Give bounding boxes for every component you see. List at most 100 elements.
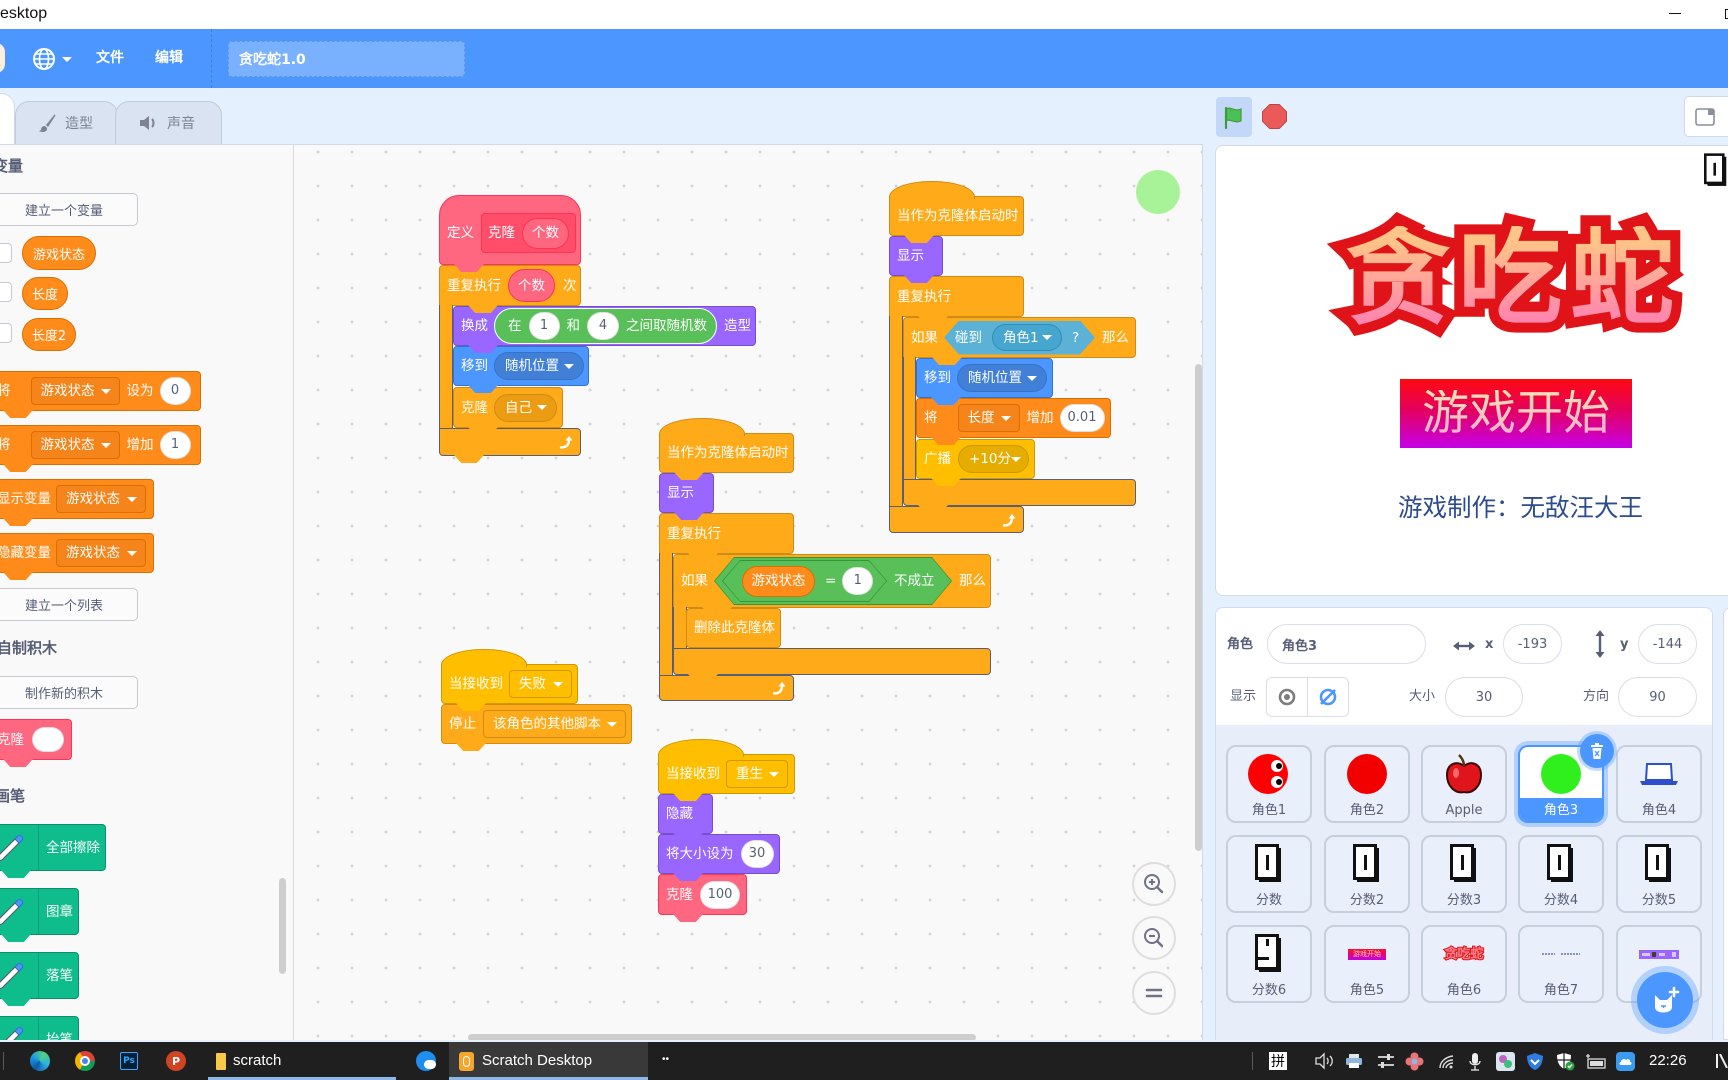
define-block[interactable]: 定义 克隆 个数	[439, 195, 581, 265]
cloud-sync-icon[interactable]	[1616, 1052, 1635, 1071]
defender-icon[interactable]	[1555, 1052, 1575, 1071]
go-to-block[interactable]: 移到 随机位置	[916, 358, 1053, 398]
parameter-reporter[interactable]: 个数	[522, 217, 569, 249]
argument-input[interactable]	[32, 727, 64, 752]
when-i-receive-hat[interactable]: 当接收到 重生	[658, 739, 795, 794]
sprite-tile[interactable]: 分数2	[1324, 835, 1410, 913]
variable-dropdown[interactable]: 游戏状态	[56, 539, 146, 567]
scratch-logo[interactable]	[0, 43, 5, 73]
when-i-receive-hat[interactable]: 当接收到 失败	[441, 649, 578, 704]
touching-condition[interactable]: 碰到 角色1 ?	[944, 321, 1095, 355]
direction-input[interactable]: 90	[1618, 677, 1697, 717]
show-sprite-button[interactable]	[1267, 678, 1308, 716]
microphone-icon[interactable]	[1468, 1052, 1482, 1071]
stage-target-pane[interactable]	[1723, 607, 1728, 1040]
sprite-tile[interactable]: 分数4	[1518, 835, 1604, 913]
random-from-input[interactable]: 1	[528, 312, 560, 340]
sprite-tile[interactable]: 角色1	[1226, 745, 1312, 823]
when-start-as-clone-hat[interactable]: 当作为克隆体启动时	[659, 418, 794, 473]
settings-sliders-icon[interactable]	[1377, 1053, 1395, 1069]
hide-variable-block[interactable]: 隐藏变量 游戏状态	[0, 533, 154, 573]
stage[interactable]: 贪吃蛇 贪吃蛇 游戏开始 游戏制作：无敌汪大王	[1215, 145, 1728, 596]
notification-icon[interactable]	[1716, 1054, 1728, 1068]
repeat-count-reporter[interactable]: 个数	[508, 269, 555, 302]
when-start-as-clone-hat[interactable]: 当作为克隆体启动时	[889, 181, 1024, 236]
variable-dropdown[interactable]: 游戏状态	[56, 485, 146, 513]
add-sprite-button[interactable]	[1637, 972, 1693, 1028]
custom-block-prototype[interactable]: 克隆 个数	[481, 213, 576, 253]
touching-target-dropdown[interactable]: 角色1	[992, 324, 1062, 351]
sprite-tile[interactable]: 分数	[1226, 835, 1312, 913]
taskbar-item-scratch-desktop[interactable]: Scratch Desktop	[449, 1042, 648, 1080]
ime-indicator[interactable]: 拼	[1269, 1052, 1287, 1070]
flower-app-icon[interactable]	[1405, 1052, 1424, 1071]
taskbar-pin-photoshop[interactable]: Ps	[115, 1047, 143, 1075]
battery-icon[interactable]	[1585, 1052, 1607, 1070]
menu-edit[interactable]: 编辑	[155, 49, 183, 67]
clone-target-dropdown[interactable]: 自己	[494, 393, 557, 422]
sprite-tile[interactable]: 角色7	[1518, 925, 1604, 1003]
go-to-target-dropdown[interactable]: 随机位置	[957, 364, 1047, 392]
variable-checkbox[interactable]	[0, 243, 12, 263]
maximize-button[interactable]	[1712, 0, 1728, 29]
variable-reporter[interactable]: 游戏状态	[22, 236, 96, 270]
menu-file[interactable]: 文件	[96, 49, 124, 67]
sprite-tile[interactable]: 分数5	[1616, 835, 1702, 913]
delete-clone-block[interactable]: 删除此克隆体	[686, 608, 781, 648]
random-to-input[interactable]: 4	[587, 312, 619, 340]
taskbar-pin-chrome[interactable]	[71, 1047, 99, 1075]
variable-checkbox[interactable]	[0, 282, 12, 302]
clock[interactable]: 22:26	[1649, 1051, 1687, 1071]
sprite-tile[interactable]: 分数6	[1226, 925, 1312, 1003]
create-clone-block[interactable]: 克隆 自己	[453, 387, 563, 428]
size-input[interactable]: 30	[1445, 677, 1523, 717]
value-input[interactable]: 1	[159, 431, 191, 459]
start-game-button[interactable]: 游戏开始	[1400, 379, 1632, 448]
make-variable-button[interactable]: 建立一个变量	[0, 193, 138, 226]
hide-sprite-button[interactable]	[1308, 678, 1349, 716]
language-menu[interactable]	[30, 45, 76, 73]
zoom-out-button[interactable]	[1132, 916, 1176, 960]
value-input[interactable]: 1	[842, 567, 873, 595]
sprite-name-input[interactable]: 角色3	[1267, 624, 1426, 664]
variable-dropdown[interactable]: 游戏状态	[30, 431, 120, 459]
stop-button[interactable]	[1262, 104, 1287, 129]
zoom-in-button[interactable]	[1132, 862, 1176, 906]
taskbar-pin-cloud-app[interactable]	[412, 1047, 440, 1075]
broadcast-message-dropdown[interactable]: +10分	[958, 445, 1029, 473]
variable-reporter[interactable]: 长度	[22, 277, 68, 310]
go-to-block[interactable]: 移到 随机位置	[453, 346, 589, 386]
go-to-target-dropdown[interactable]: 随机位置	[494, 352, 584, 380]
equals-operator[interactable]: 游戏状态 = 1	[722, 560, 887, 602]
volume-icon[interactable]	[1314, 1052, 1336, 1070]
custom-clone-call-block[interactable]: 克隆 100	[658, 874, 747, 915]
tab-sounds[interactable]: 声音	[115, 101, 222, 144]
sprite-tile[interactable]: Apple	[1421, 745, 1507, 823]
sprite-tile[interactable]: 角色4	[1616, 745, 1702, 823]
message-dropdown[interactable]: 重生	[726, 760, 788, 788]
small-stage-button[interactable]	[1684, 96, 1728, 137]
custom-block-clone[interactable]: 克隆	[0, 719, 72, 760]
taskbar-pin-edge[interactable]	[26, 1047, 54, 1075]
message-dropdown[interactable]: 失败	[509, 670, 572, 698]
not-operator[interactable]: 游戏状态 = 1 不成立	[714, 557, 952, 605]
if-block[interactable]: 如果 游戏状态 = 1 不成立 那么	[673, 554, 991, 608]
wifi-icon[interactable]	[1437, 1052, 1455, 1070]
switch-costume-block[interactable]: 换成 在 1 和 4 之间取随机数 造型	[453, 306, 756, 346]
value-input[interactable]: 0.01	[1059, 404, 1105, 432]
network-app-icon[interactable]	[1496, 1052, 1515, 1071]
show-variable-block[interactable]: 显示变量 游戏状态	[0, 479, 154, 519]
set-variable-block[interactable]: 将 游戏状态 设为 0	[0, 371, 201, 411]
variable-dropdown[interactable]: 长度	[957, 404, 1020, 432]
zoom-reset-button[interactable]	[1132, 971, 1176, 1015]
stop-option-dropdown[interactable]: 该角色的其他脚本	[483, 710, 626, 738]
pick-random-reporter[interactable]: 在 1 和 4 之间取随机数	[494, 308, 717, 344]
tab-costumes[interactable]: 造型	[15, 101, 118, 144]
minimize-button[interactable]	[1660, 0, 1690, 29]
security-shield-icon[interactable]	[1525, 1052, 1545, 1071]
green-flag-button[interactable]	[1216, 97, 1252, 137]
sprite-tile[interactable]: 游戏开始 角色5	[1324, 925, 1410, 1003]
workspace-horizontal-scrollbar[interactable]	[468, 1034, 976, 1040]
taskbar-item-scratch-folder[interactable]: scratch	[208, 1042, 396, 1080]
pen-clear-block[interactable]: 全部擦除	[0, 824, 106, 871]
